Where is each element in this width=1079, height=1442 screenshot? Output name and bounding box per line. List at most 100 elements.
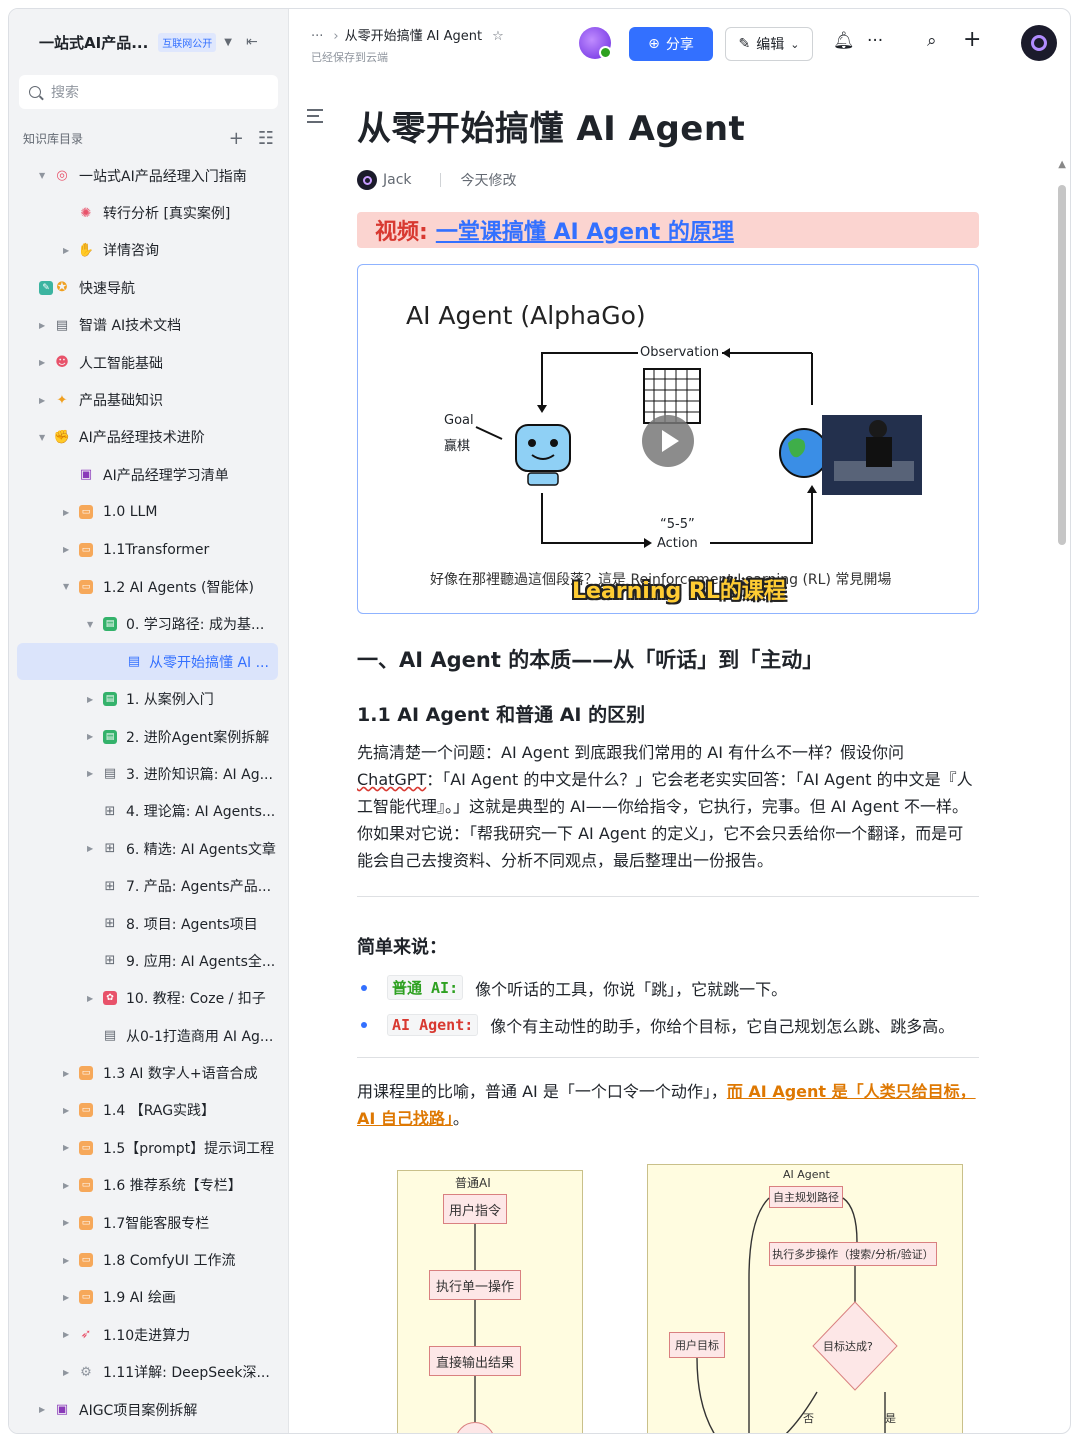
breadcrumb-current[interactable]: 从零开始搞懂 AI Agent xyxy=(345,29,482,44)
video-link[interactable]: 一堂课搞懂 AI Agent 的原理 xyxy=(436,214,734,246)
sidebar-item[interactable]: ✺ 转行分析 [真实案例] xyxy=(9,194,288,231)
sidebar-item[interactable]: ⊞ 7. 产品: Agents产品... xyxy=(9,867,288,904)
author-name[interactable]: Jack xyxy=(383,172,412,188)
paragraph-1[interactable]: 先搞清楚一个问题：AI Agent 到底跟我们常用的 AI 有什么不一样？假设你… xyxy=(357,739,979,874)
sidebar-item[interactable]: ▶ ▭ 1.4 【RAG实践】 xyxy=(9,1092,288,1129)
sidebar-item[interactable]: ▶ ▭ 1.1Transformer xyxy=(9,531,288,568)
sidebar-item[interactable]: ▶ ▭ 1.5【prompt】提示词工程 xyxy=(9,1129,288,1166)
sidebar-item[interactable]: ▶ ⊞ 6. 精选: AI Agents文章 xyxy=(9,830,288,867)
summary-heading[interactable]: 简单来说： xyxy=(357,933,979,959)
sidebar-item[interactable]: ▶ ▤ 3. 进阶知识篇: AI Ag... xyxy=(9,755,288,792)
chevron-right-icon[interactable]: ▶ xyxy=(87,844,93,853)
list-icon[interactable]: ☷ xyxy=(258,128,274,149)
chevron-right-icon[interactable]: ▶ xyxy=(87,769,93,778)
sidebar-item[interactable]: ▼ ▤ 0. 学习路径: 成为基... xyxy=(9,606,288,643)
chevron-right-icon[interactable]: ▶ xyxy=(63,246,69,255)
chevron-right-icon[interactable]: ▶ xyxy=(63,1330,69,1339)
chevron-down-icon[interactable]: ▼ xyxy=(39,171,45,180)
sidebar-item[interactable]: ▶ ▭ 1.7智能客服专栏 xyxy=(9,1204,288,1241)
sidebar-item[interactable]: ⊞ 9. 应用: AI Agents全... xyxy=(9,942,288,979)
green-doc-icon: ▤ xyxy=(103,692,117,707)
chevron-right-icon[interactable]: ▶ xyxy=(63,1069,69,1078)
plus-doc-icon: ⊞ xyxy=(104,841,116,857)
chevron-right-icon[interactable]: ▶ xyxy=(39,1405,45,1414)
search-input[interactable]: 搜索 xyxy=(19,75,278,109)
folder-icon: ▭ xyxy=(79,1103,93,1118)
sidebar-item[interactable]: ▼ ✊ AI产品经理技术进阶 xyxy=(9,419,288,456)
play-icon[interactable] xyxy=(642,415,694,467)
chevron-right-icon[interactable]: ▶ xyxy=(63,1293,69,1302)
doc-title[interactable]: 从零开始搞懂 AI Agent xyxy=(357,101,979,150)
chevron-right-icon[interactable]: ▶ xyxy=(63,1256,69,1265)
chevron-right-icon[interactable]: ▶ xyxy=(63,1143,69,1152)
edit-button[interactable]: ✎ 编辑 ⌄ xyxy=(725,27,813,61)
scroll-up-icon[interactable]: ▲ xyxy=(1058,159,1066,170)
scrollbar[interactable] xyxy=(1058,185,1066,545)
chevron-right-icon[interactable]: ▶ xyxy=(39,396,45,405)
chevron-right-icon[interactable]: ▶ xyxy=(87,994,93,1003)
sidebar-item[interactable]: ⊞ 8. 项目: Agents项目 xyxy=(9,905,288,942)
chevron-right-icon[interactable]: ▶ xyxy=(87,732,93,741)
sidebar-item-label: 8. 项目: Agents项目 xyxy=(126,916,258,933)
sidebar-item[interactable]: ▼ ◎ 一站式AI产品经理入门指南 xyxy=(9,157,288,194)
sidebar-item[interactable]: ▶ ✿ 10. 教程: Coze / 扣子 xyxy=(9,980,288,1017)
sidebar-item[interactable]: ▶ ▤ 1. 从案例入门 xyxy=(9,680,288,717)
chevron-down-icon[interactable]: ▼ xyxy=(63,582,69,591)
outline-icon[interactable] xyxy=(307,109,323,127)
sidebar-item[interactable]: ▶ ▭ 1.3 AI 数字人+语音合成 xyxy=(9,1054,288,1091)
sidebar-item[interactable]: ⊞ 4. 理论篇: AI Agents... xyxy=(9,793,288,830)
sidebar-item[interactable]: ▼ ▭ 1.2 AI Agents (智能体) xyxy=(9,568,288,605)
inline-code: AI Agent: xyxy=(387,1013,479,1036)
chevron-right-icon[interactable]: ▶ xyxy=(63,1106,69,1115)
search-icon[interactable]: ⌕ xyxy=(927,31,937,51)
star-icon[interactable]: ☆ xyxy=(492,29,504,44)
sidebar-item[interactable]: ▤ 从0-1打造商用 AI Ag... xyxy=(9,1017,288,1054)
list-item[interactable]: AI Agent: 像个有主动性的助手，你给个目标，它自己规划怎么跳、跳多高。 xyxy=(357,1006,979,1043)
chevron-down-icon[interactable]: ▼ xyxy=(224,37,232,48)
chevron-down-icon[interactable]: ▼ xyxy=(39,433,45,442)
sidebar-item[interactable]: ▶ ▭ 1.6 推荐系统【专栏】 xyxy=(9,1167,288,1204)
sidebar-item[interactable]: ✎ ✪ 快速导航 xyxy=(9,269,288,306)
sidebar-item[interactable]: ▶ ▤ 智谱 AI技术文档 xyxy=(9,307,288,344)
paragraph-2[interactable]: 用课程里的比喻，普通 AI 是「一个口令一个动作」，而 AI Agent 是「人… xyxy=(357,1078,979,1132)
chevron-right-icon[interactable]: ▶ xyxy=(39,358,45,367)
share-button[interactable]: ⊕ 分享 xyxy=(629,27,713,61)
more-icon[interactable]: ··· xyxy=(867,31,883,51)
list-item[interactable]: 普通 AI: 像个听话的工具，你说「跳」，它就跳一下。 xyxy=(357,969,979,1006)
sidebar-item-label: 快速导航 xyxy=(79,280,135,297)
sidebar-item[interactable]: ▶ ▭ 1.0 LLM xyxy=(9,494,288,531)
collaborator-avatar[interactable] xyxy=(579,27,612,59)
sidebar-item[interactable]: ▶ ➶ 1.10走进算力 xyxy=(9,1316,288,1353)
subsection-heading[interactable]: 1.1 AI Agent 和普通 AI 的区别 xyxy=(357,700,979,727)
sidebar-item[interactable]: ▶ ☻ 人工智能基础 xyxy=(9,344,288,381)
folder-icon: ▭ xyxy=(79,1066,93,1081)
chevron-right-icon[interactable]: ▶ xyxy=(63,1181,69,1190)
breadcrumb-more[interactable]: ··· xyxy=(311,29,323,44)
add-icon[interactable]: + xyxy=(229,128,244,149)
collapse-sidebar-icon[interactable]: ⇤ xyxy=(246,34,258,50)
chevron-right-icon[interactable]: ▶ xyxy=(63,1218,69,1227)
video-player[interactable]: AI Agent (AlphaGo) Observation Goal 赢棋 “… xyxy=(357,264,979,614)
sidebar-item[interactable]: ▤ 从零开始搞懂 AI ... xyxy=(17,643,278,681)
author-avatar[interactable] xyxy=(357,170,377,190)
sidebar-item-label: 1.5【prompt】提示词工程 xyxy=(103,1140,275,1157)
user-avatar[interactable] xyxy=(1021,25,1057,61)
add-icon[interactable]: + xyxy=(963,27,981,52)
section-heading[interactable]: 一、AI Agent 的本质——从「听话」到「主动」 xyxy=(357,644,979,674)
sidebar-item[interactable]: ▶ ✦ 产品基础知识 xyxy=(9,381,288,418)
sidebar-item[interactable]: ▶ ▭ 1.9 AI 绘画 xyxy=(9,1279,288,1316)
sidebar-item[interactable]: ▶ ▤ 2. 进阶Agent案例拆解 xyxy=(9,718,288,755)
chevron-right-icon[interactable]: ▶ xyxy=(63,508,69,517)
sidebar-item[interactable]: ▶ ✋ 详情咨询 xyxy=(9,232,288,269)
chevron-right-icon[interactable]: ▶ xyxy=(39,321,45,330)
chevron-down-icon[interactable]: ▼ xyxy=(87,620,93,629)
sidebar-item[interactable]: ▣ AI产品经理学习清单 xyxy=(9,456,288,493)
chevron-right-icon[interactable]: ▶ xyxy=(63,545,69,554)
sidebar-item[interactable]: ▶ ⚙ 1.11详解: DeepSeek深... xyxy=(9,1354,288,1391)
chevron-right-icon[interactable]: ▶ xyxy=(63,1368,69,1377)
kb-title[interactable]: 一站式AI产品... xyxy=(39,32,148,53)
bell-icon[interactable]: 🔔︎ xyxy=(833,31,855,51)
sidebar-item[interactable]: ▶ ▣ AIGC项目案例拆解 xyxy=(9,1391,288,1428)
chevron-right-icon[interactable]: ▶ xyxy=(87,695,93,704)
sidebar-item[interactable]: ▶ ▭ 1.8 ComfyUI 工作流 xyxy=(9,1241,288,1278)
